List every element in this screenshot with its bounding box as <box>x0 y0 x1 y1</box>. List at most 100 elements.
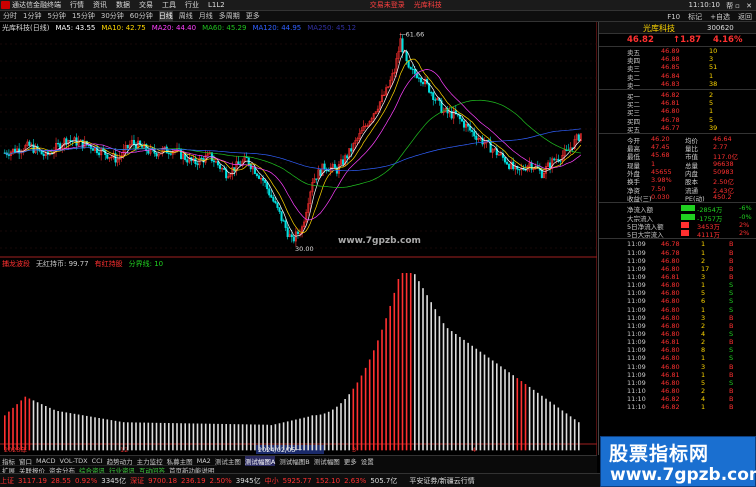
period-tab-30m[interactable]: 30分钟 <box>101 11 124 21</box>
indicator-tab[interactable]: 指标 <box>2 456 15 466</box>
indicator-bar <box>516 378 519 451</box>
candle-body <box>255 173 258 176</box>
period-tab-60m[interactable]: 60分钟 <box>130 11 153 21</box>
indicator-bar <box>8 411 10 451</box>
back-button[interactable]: 返回 <box>738 12 752 22</box>
candle-body <box>413 69 416 74</box>
asks-row[interactable]: 卖五 46.89 10 <box>599 47 756 57</box>
asks-row[interactable]: 卖四 46.88 3 <box>599 55 756 65</box>
indicator-bar <box>61 411 63 451</box>
candle-body <box>169 153 172 155</box>
indicator-tab[interactable]: 私募主图 <box>167 456 193 466</box>
candle-body <box>469 126 472 131</box>
indicator-bar <box>278 423 281 451</box>
add-watchlist-button[interactable]: +自选 <box>710 12 730 22</box>
indicator-tab[interactable]: VOL-TDX <box>59 457 87 465</box>
money-flow-pct: -6% <box>739 204 752 213</box>
bids-row[interactable]: 买一 46.82 2 <box>599 91 756 101</box>
period-tab-multi[interactable]: 多周期 <box>219 11 240 21</box>
indicator-tab[interactable]: 设置 <box>361 456 374 466</box>
tick-time: 11:09 <box>627 338 646 347</box>
mark-button[interactable]: 标记 <box>688 12 702 22</box>
money-flow-label: 5日大宗流入 <box>627 231 664 240</box>
tick-price: 46.78 <box>661 248 680 257</box>
title-bar: 通达信金融终端 行情 资讯 数据 交易 工具 行业 L1L2 交易未登录 光库科… <box>0 0 756 11</box>
indicator-bar <box>168 423 170 451</box>
indicator-tab[interactable]: 测试主图 <box>215 456 241 466</box>
bids-row[interactable]: 买四 46.78 5 <box>599 116 756 126</box>
period-tab-intraday[interactable]: 分时 <box>3 11 17 21</box>
index-sz-name[interactable]: 深证 <box>130 476 144 486</box>
period-tab-monthly[interactable]: 月线 <box>199 11 213 21</box>
candle-body <box>249 164 252 170</box>
indicator-bar <box>422 288 424 451</box>
indicator-tab[interactable]: 趋势动力 <box>107 456 133 466</box>
money-flow-row: 5日净流入额 3453万 2% <box>599 221 756 231</box>
indicator-bar <box>110 420 113 451</box>
indicator-bar <box>172 423 174 451</box>
indicator-bar <box>73 413 76 451</box>
indicator-tab[interactable]: 窗口 <box>19 456 32 466</box>
bids-row[interactable]: 买三 46.80 1 <box>599 107 756 117</box>
tick-list[interactable]: 11:09 46.78 1 B 11:09 46.78 1 B 11:09 46.80 2 B 11:0… <box>599 240 756 411</box>
candle-body <box>81 139 84 148</box>
index-zx-name[interactable]: 中小 <box>265 476 279 486</box>
asks-row[interactable]: 卖二 46.84 1 <box>599 72 756 82</box>
period-tab-5m[interactable]: 5分钟 <box>47 11 65 21</box>
indicator-tab[interactable]: MA2 <box>197 457 211 465</box>
stock-name-link[interactable]: 光库科技 <box>414 0 442 10</box>
period-tab-1m[interactable]: 1分钟 <box>23 11 41 21</box>
indicator-bar <box>368 359 371 451</box>
menu-quotes[interactable]: 行情 <box>70 0 84 10</box>
ask-book: 卖五 46.89 10 卖四 46.88 3 卖三 46.85 51 卖二 46.84 1 卖一 46.8… <box>599 47 756 90</box>
stat-row: 收益(三) 0.030 PE(动) 450.2 <box>599 193 756 203</box>
indicator-tab[interactable]: 测试幅图B <box>279 456 309 466</box>
tick-row: 11:09 46.80 8 S <box>599 346 756 354</box>
candle-body <box>65 138 68 145</box>
indicator-bar <box>508 372 510 451</box>
indicator-tab[interactable]: 更多 <box>344 456 357 466</box>
indicator-tab[interactable]: 测试幅图A <box>244 455 276 466</box>
menu-trade[interactable]: 交易 <box>139 0 153 10</box>
indicator-bar <box>332 409 334 451</box>
candle-body <box>106 154 109 159</box>
asks-row[interactable]: 卖一 46.83 38 <box>599 80 756 90</box>
indicator-bar <box>102 418 104 451</box>
indicator-tab[interactable]: 测试幅图 <box>314 456 340 466</box>
indicator-bar <box>295 419 297 451</box>
chart-area[interactable]: 60.0057.5055.0052.5050.0047.5045.0042.50… <box>0 22 597 455</box>
menu-news[interactable]: 资讯 <box>93 0 107 10</box>
asks-price: 46.88 <box>661 55 680 64</box>
indicator-tab[interactable]: 主力监控 <box>137 456 163 466</box>
kline-chart-svg[interactable]: 60.0057.5055.0052.5050.0047.5045.0042.50… <box>0 22 597 455</box>
trade-login-link[interactable]: 交易未登录 <box>370 0 405 10</box>
indicator-bar <box>471 345 473 451</box>
bid-book: 买一 46.82 2 买二 46.81 5 买三 46.80 1 买四 46.78 5 买五 46.77 3… <box>599 91 756 134</box>
candle-body <box>284 220 287 228</box>
indicator-bar <box>57 411 59 451</box>
menu-tools[interactable]: 工具 <box>162 0 176 10</box>
menu-industry[interactable]: 行业 <box>185 0 199 10</box>
bids-row[interactable]: 买五 46.77 39 <box>599 124 756 134</box>
menu-data[interactable]: 数据 <box>116 0 130 10</box>
indicator-tab[interactable]: MACD <box>36 457 55 465</box>
tick-price: 46.80 <box>661 362 680 371</box>
bids-row[interactable]: 买二 46.81 5 <box>599 99 756 109</box>
indicator-bar <box>491 360 494 451</box>
index-sh-name[interactable]: 上证 <box>0 476 14 486</box>
indicator-bar <box>520 381 523 451</box>
menu-l1l2[interactable]: L1L2 <box>208 1 225 9</box>
tick-time: 11:09 <box>627 248 646 257</box>
indicator-bar <box>217 423 219 451</box>
f10-button[interactable]: F10 <box>667 13 680 21</box>
indicator-tab[interactable]: CCI <box>92 457 103 465</box>
window-controls[interactable]: 帮▫ ✕ <box>726 1 754 11</box>
period-tab-more[interactable]: 更多 <box>246 11 260 21</box>
asks-row[interactable]: 卖三 46.85 51 <box>599 63 756 73</box>
period-tab-15m[interactable]: 15分钟 <box>72 11 95 21</box>
indicator-bar <box>479 351 482 451</box>
candle-body <box>186 159 189 163</box>
period-tab-weekly[interactable]: 周线 <box>179 11 193 21</box>
period-tab-daily[interactable]: 日线 <box>158 11 173 21</box>
indicator-bar <box>393 292 396 451</box>
